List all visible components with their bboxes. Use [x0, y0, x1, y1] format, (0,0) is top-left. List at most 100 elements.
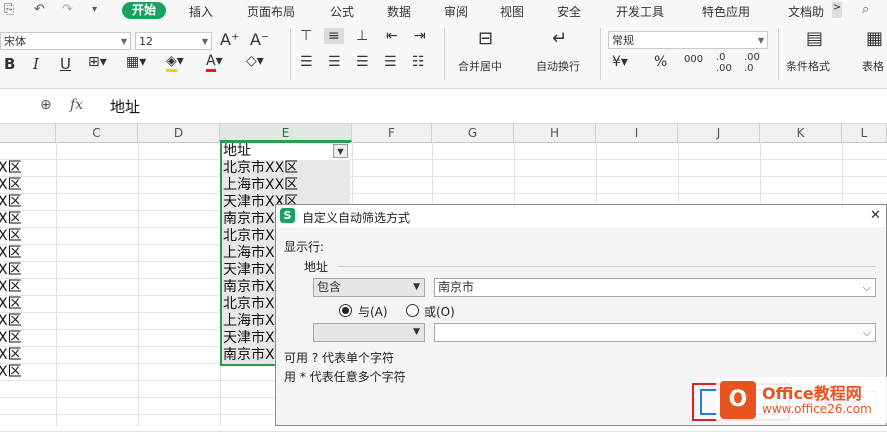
align-middle-icon[interactable]: ≡ — [324, 28, 344, 44]
and-label: 与(A) — [358, 305, 388, 319]
decrease-decimal-icon[interactable]: .00.0 — [744, 52, 760, 74]
column-header[interactable]: I — [596, 124, 678, 142]
cell-b[interactable]: X区 — [0, 245, 24, 262]
cell-b[interactable]: X区 — [0, 177, 24, 194]
cell-b[interactable]: X区 — [0, 296, 24, 313]
column-header[interactable]: G — [432, 124, 514, 142]
or-label: 或(O) — [424, 305, 455, 319]
grid-hline — [0, 193, 887, 194]
merge-center-button[interactable]: 合并居中 — [458, 58, 502, 74]
distribute-icon[interactable]: ☷ — [412, 54, 425, 70]
cell-e-header[interactable]: 地址 — [222, 143, 350, 160]
dropdown-icon[interactable]: ▾ — [92, 4, 97, 15]
table-style-button[interactable]: 表格 — [862, 58, 884, 74]
wrap-text-button[interactable]: 自动换行 — [536, 58, 580, 74]
or-radio[interactable] — [406, 304, 419, 317]
cell-b[interactable]: X区 — [0, 364, 24, 381]
column-header[interactable]: K — [760, 124, 842, 142]
cell-b[interactable]: X区 — [0, 330, 24, 347]
font-size-select[interactable]: 12 ▼ — [135, 32, 212, 50]
column-header[interactable]: F — [352, 124, 432, 142]
tab-doc-assistant[interactable]: 文档助 — [788, 3, 824, 20]
grow-font-button[interactable]: A⁺ — [220, 30, 239, 49]
cell-e[interactable]: 上海市XX区 — [222, 177, 350, 194]
zoom-icon[interactable]: ⊕ — [40, 97, 52, 113]
column-header[interactable]: C — [56, 124, 138, 142]
and-radio[interactable] — [339, 304, 352, 317]
cell-b[interactable]: X区 — [0, 194, 24, 211]
column-header[interactable]: H — [514, 124, 596, 142]
column-header[interactable]: J — [678, 124, 760, 142]
align-left-icon[interactable]: ☰ — [300, 54, 313, 70]
align-bottom-icon[interactable]: ⊥ — [356, 28, 368, 44]
more-tabs-button[interactable]: > — [832, 2, 842, 18]
align-right-icon[interactable]: ☰ — [356, 54, 369, 70]
tab-insert[interactable]: 插入 — [189, 3, 213, 20]
watermark: O Office教程网 www.office26.com — [716, 377, 887, 423]
show-rows-label: 显示行: — [284, 240, 325, 254]
cell-b[interactable]: X区 — [0, 279, 24, 296]
tab-formula[interactable]: 公式 — [330, 3, 354, 20]
increase-decimal-icon[interactable]: .0.00 — [716, 52, 732, 74]
bold-button[interactable]: B — [4, 55, 15, 73]
border-icon[interactable]: ⊞▾ — [88, 54, 107, 70]
justify-icon[interactable]: ☰ — [384, 54, 397, 70]
preview-icon[interactable]: ⎘ — [4, 2, 14, 17]
cell-b[interactable]: X区 — [0, 228, 24, 245]
fill-pattern-icon[interactable]: ▦▾ — [126, 54, 146, 70]
undo-icon[interactable]: ↶ — [34, 2, 45, 17]
underline-button[interactable]: U — [60, 55, 71, 73]
cell-b[interactable]: X区 — [0, 347, 24, 364]
grid-vline — [56, 142, 57, 426]
font-color-icon[interactable]: A▾ — [206, 53, 223, 72]
tab-page-layout[interactable]: 页面布局 — [247, 3, 295, 20]
operator-select-1[interactable]: 包含 ▼ — [313, 278, 425, 297]
percent-button[interactable]: % — [654, 54, 667, 70]
value-input-1[interactable]: 南京市 ⌵ — [434, 278, 876, 297]
cell-b[interactable]: X区 — [0, 262, 24, 279]
radio-dot-icon — [342, 307, 349, 314]
tab-special[interactable]: 特色应用 — [702, 3, 750, 20]
cell-b[interactable]: X区 — [0, 160, 24, 177]
column-header-b[interactable] — [0, 124, 56, 142]
merge-center-icon[interactable]: ⊟ — [478, 28, 493, 49]
number-format-select[interactable]: 常规 ▼ — [608, 31, 768, 49]
tab-developer[interactable]: 开发工具 — [616, 3, 664, 20]
redo-icon[interactable]: ↷ — [62, 2, 73, 17]
wrap-text-icon[interactable]: ↵ — [552, 28, 567, 49]
value-input-2[interactable]: ⌵ — [434, 323, 876, 342]
tab-home[interactable]: 开始 — [122, 2, 167, 19]
search-icon[interactable]: ⌕ — [862, 2, 869, 17]
currency-icon[interactable]: ¥▾ — [612, 54, 628, 70]
table-style-icon[interactable]: ▦ — [866, 28, 883, 49]
divider — [290, 28, 291, 80]
column-header[interactable]: L — [842, 124, 887, 142]
tab-view[interactable]: 视图 — [500, 3, 524, 20]
column-header[interactable]: D — [138, 124, 220, 142]
cell-b[interactable]: X区 — [0, 211, 24, 228]
indent-increase-icon[interactable]: ⇥ — [414, 28, 426, 44]
filter-dropdown-icon[interactable]: ▼ — [333, 144, 348, 158]
indent-decrease-icon[interactable]: ⇤ — [386, 28, 398, 44]
operator-select-2[interactable]: ▼ — [313, 323, 425, 342]
fx-button[interactable]: fx — [70, 97, 83, 113]
align-top-icon[interactable]: ⊤ — [300, 28, 312, 44]
cell-e[interactable]: 北京市XX区 — [222, 160, 350, 177]
conditional-format-button[interactable]: 条件格式 — [786, 58, 830, 74]
tab-data[interactable]: 数据 — [387, 3, 411, 20]
cell-b[interactable]: X区 — [0, 313, 24, 330]
thousands-button[interactable]: 000 — [684, 54, 703, 65]
field-name-label: 地址 — [304, 260, 329, 274]
column-header-selected[interactable]: E — [220, 124, 352, 142]
align-center-icon[interactable]: ☰ — [328, 54, 341, 70]
tab-security[interactable]: 安全 — [557, 3, 581, 20]
italic-button[interactable]: I — [33, 55, 39, 73]
formula-input[interactable]: 地址 — [110, 96, 140, 117]
fill-color-icon[interactable]: ◈▾ — [166, 53, 184, 72]
conditional-format-icon[interactable]: ▤ — [806, 28, 823, 49]
close-button[interactable]: ✕ — [870, 208, 881, 223]
shrink-font-button[interactable]: A⁻ — [250, 30, 269, 49]
tab-review[interactable]: 审阅 — [444, 3, 468, 20]
font-name-select[interactable]: 宋体 ▼ — [0, 32, 131, 50]
eraser-icon[interactable]: ◇▾ — [246, 53, 264, 69]
